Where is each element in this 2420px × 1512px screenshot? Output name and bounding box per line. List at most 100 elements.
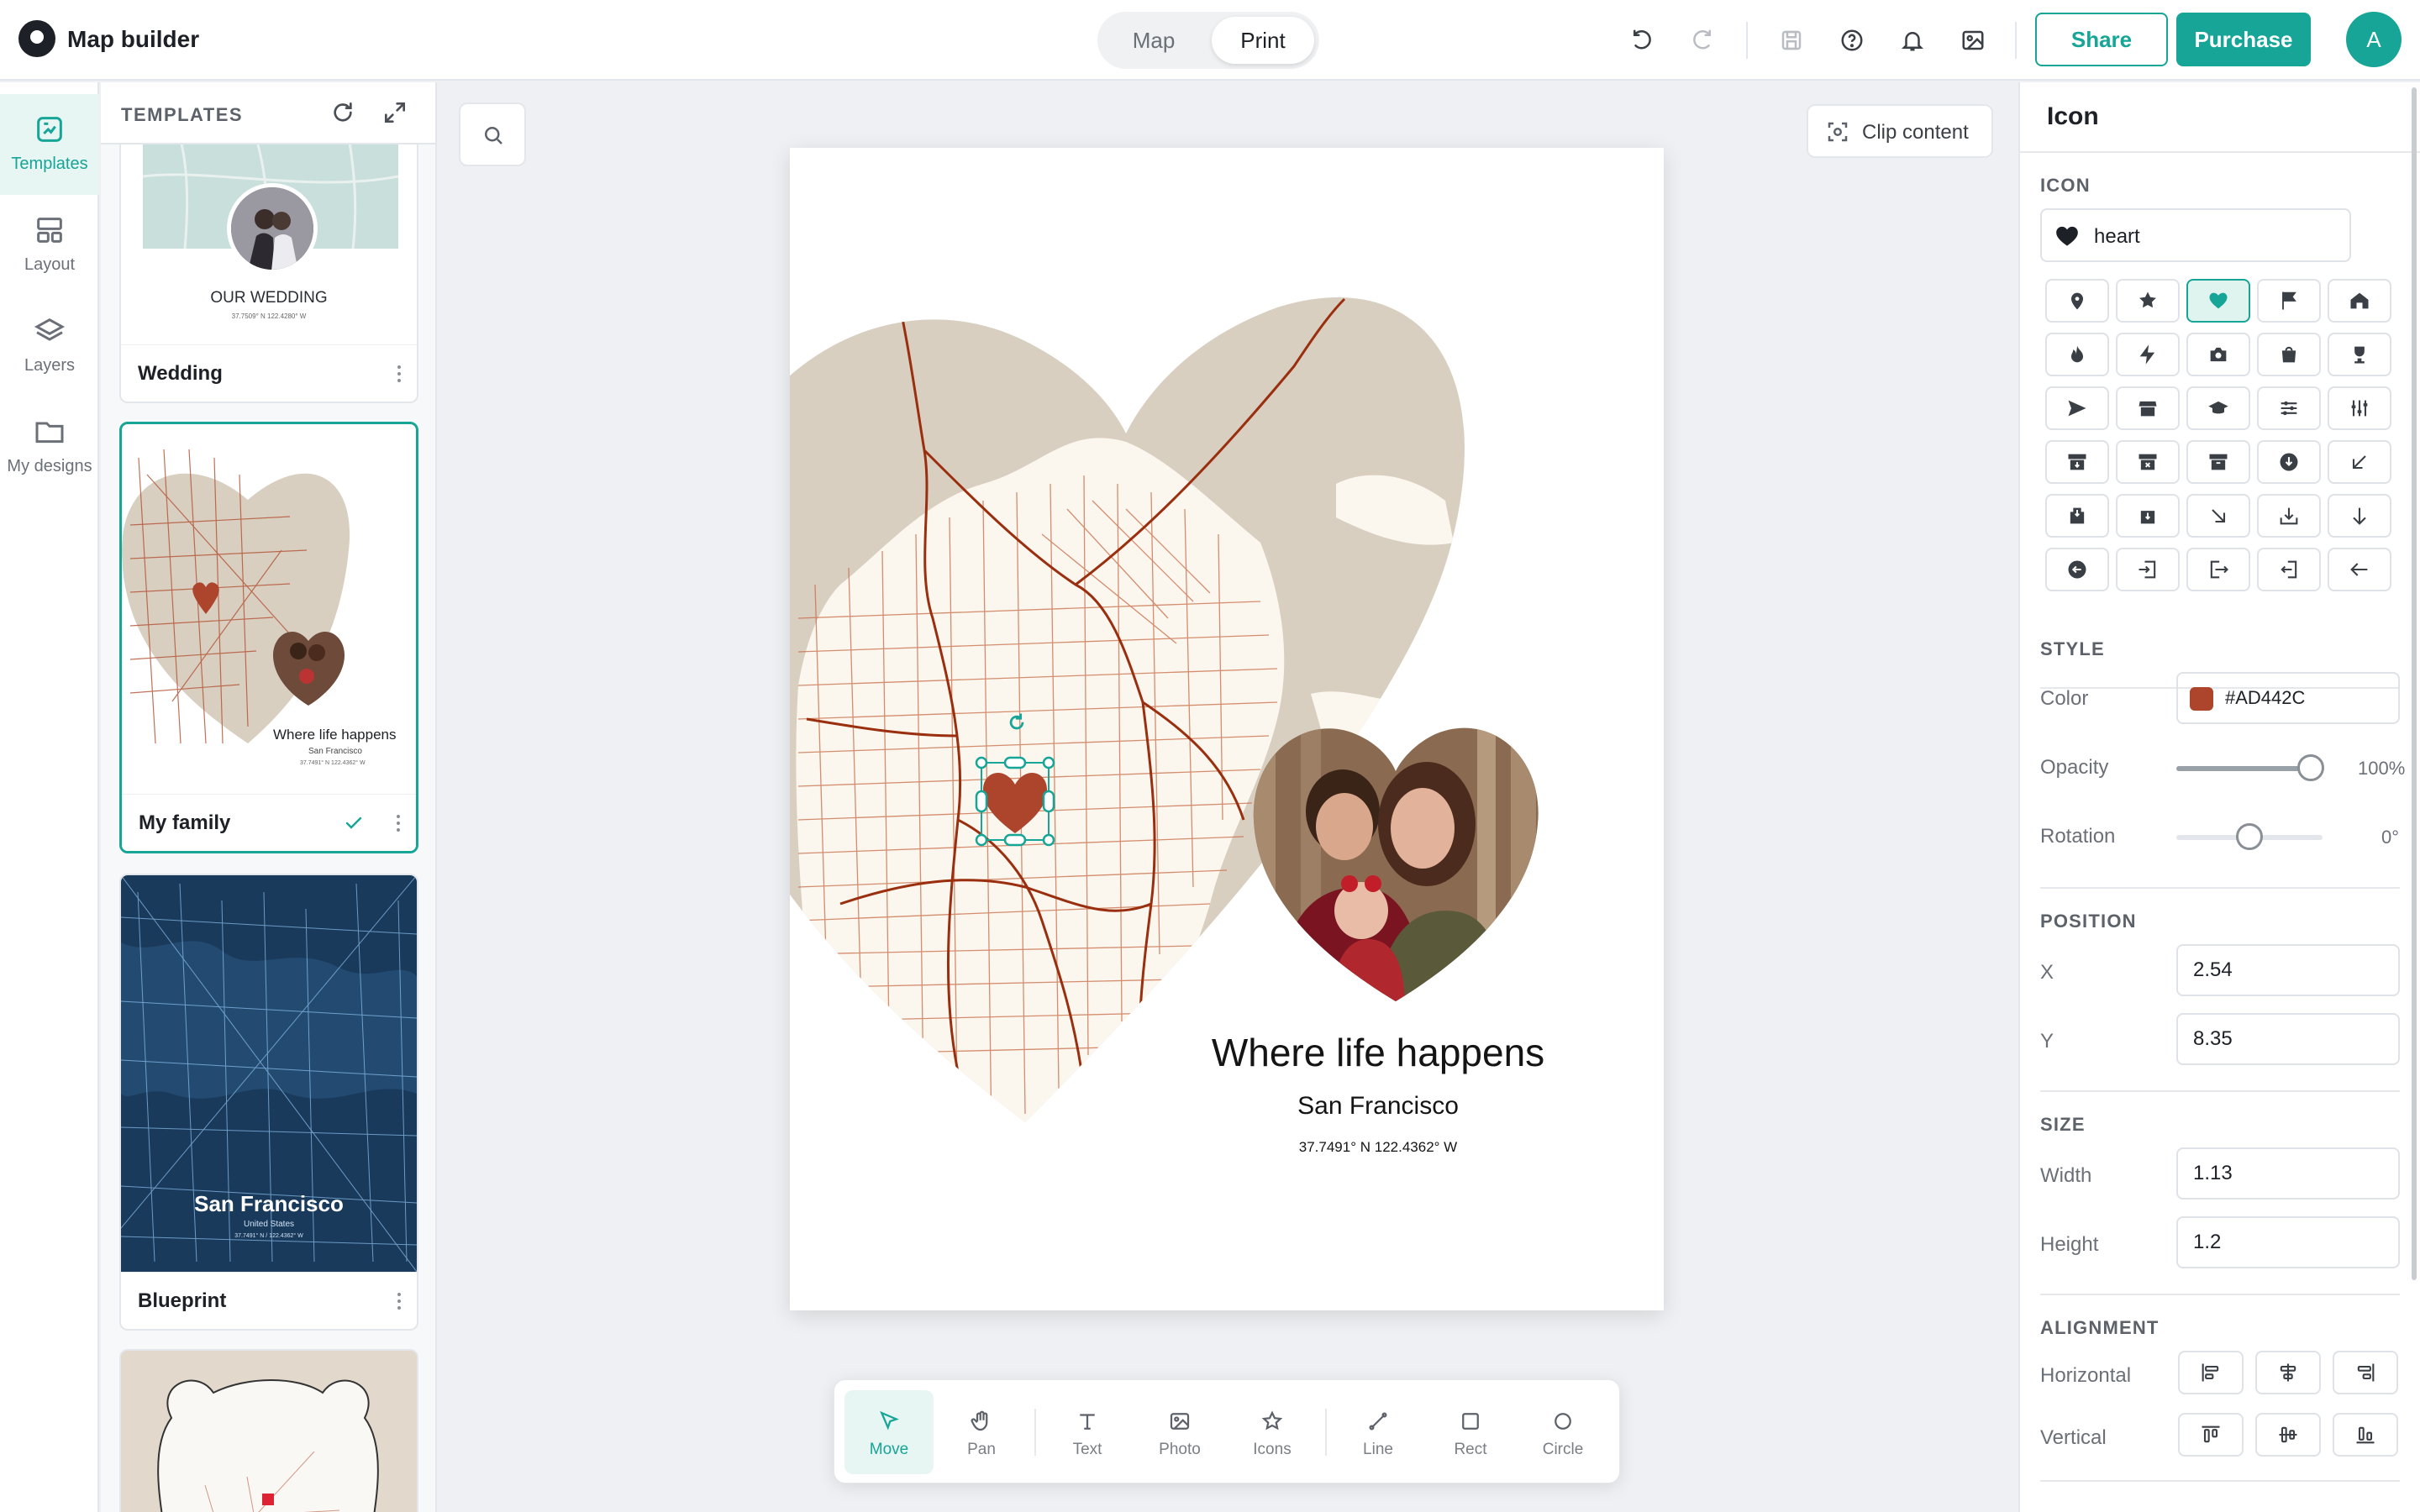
templates-heading: TEMPLATES [121,104,244,125]
opacity-label: Opacity [2040,756,2109,779]
more-options-icon[interactable] [397,365,402,382]
icon-option-arrow-left-circle[interactable] [2045,548,2109,591]
align-top-button[interactable] [2178,1413,2244,1457]
properties-panel: Icon ICON heart STYLE Color #AD442C Opac… [2018,82,2420,1512]
icon-option-arrow-left[interactable] [2328,548,2391,591]
color-field[interactable]: #AD442C [2176,672,2400,724]
share-button[interactable]: Share [2035,13,2168,66]
tool-label: Photo [1159,1441,1201,1458]
redo-icon[interactable] [1686,24,1719,57]
icon-option-archive[interactable] [2186,440,2250,484]
poster-page[interactable]: Where life happens San Francisco 37.7491… [790,148,1664,1310]
poster-title[interactable]: Where life happens [1185,1030,1571,1075]
rail-item-my-designs[interactable]: My designs [0,396,99,497]
align-right-button[interactable] [2333,1351,2398,1394]
icon-option-bag-pointer[interactable] [2116,494,2180,538]
clip-content-button[interactable]: Clip content [1807,104,1993,158]
icon-option-sliders[interactable] [2257,386,2321,430]
tool-icons[interactable]: Icons [1228,1390,1317,1474]
opacity-slider-knob[interactable] [2297,754,2324,781]
rotation-slider-knob[interactable] [2236,823,2263,850]
undo-icon[interactable] [1625,24,1659,57]
poster-subtitle[interactable]: San Francisco [1185,1092,1571,1121]
icon-option-archive-x[interactable] [2116,440,2180,484]
icon-option-bag[interactable] [2257,333,2321,376]
rail-item-layout[interactable]: Layout [0,195,99,296]
align-bottom-button[interactable] [2333,1413,2398,1457]
icon-option-bolt[interactable] [2116,333,2180,376]
icon-option-arrow-down-right[interactable] [2186,494,2250,538]
tool-rect[interactable]: Rect [1426,1390,1515,1474]
search-button[interactable] [459,102,526,166]
tool-circle[interactable]: Circle [1518,1390,1607,1474]
more-options-icon[interactable] [397,1293,402,1310]
align-left-button[interactable] [2178,1351,2244,1394]
icon-option-home[interactable] [2328,279,2391,323]
icon-option-fire[interactable] [2045,333,2109,376]
flag-icon [2282,291,2296,310]
save-icon[interactable] [1775,24,1808,57]
icon-option-tray-download[interactable] [2257,494,2321,538]
tool-pan[interactable]: Pan [937,1390,1026,1474]
app-logo-icon [18,20,55,57]
tool-line[interactable]: Line [1334,1390,1423,1474]
icon-option-heart[interactable] [2186,279,2250,323]
archive-icon [2209,454,2228,470]
tool-text[interactable]: Text [1043,1390,1132,1474]
help-icon[interactable] [1835,24,1869,57]
x-input[interactable]: 2.54 [2176,944,2400,996]
icon-option-arrow-down-left[interactable] [2328,440,2391,484]
arrow-down-left-icon [2352,455,2366,470]
family-photo[interactable] [1250,719,1541,1001]
icon-option-store[interactable] [2116,386,2180,430]
purchase-button[interactable]: Purchase [2176,13,2311,66]
template-card-bear[interactable] [119,1349,418,1512]
properties-scrollbar[interactable] [2412,87,2417,1280]
tool-move[interactable]: Move [844,1390,934,1474]
template-card-blueprint[interactable]: San Francisco United States 37.7491° N /… [119,874,418,1331]
icon-option-star[interactable] [2116,279,2180,323]
tool-label: Pan [967,1441,996,1458]
refresh-icon[interactable] [329,99,356,126]
icon-option-hand-pointer[interactable] [2045,494,2109,538]
opacity-slider[interactable] [2176,754,2324,781]
template-card-my-family[interactable]: Where life happens San Francisco 37.7491… [119,422,418,853]
icon-option-arrow-down[interactable] [2328,494,2391,538]
icon-option-archive-down[interactable] [2045,440,2109,484]
card-footer: My family [122,794,416,851]
icon-option-flag[interactable] [2257,279,2321,323]
icon-option-equalizer[interactable] [2328,386,2391,430]
rail-item-layers[interactable]: Layers [0,296,99,396]
notifications-icon[interactable] [1896,24,1929,57]
icon-option-send[interactable] [2045,386,2109,430]
icon-option-pin[interactable] [2045,279,2109,323]
mode-map-button[interactable]: Map [1102,17,1205,64]
y-input[interactable]: 8.35 [2176,1013,2400,1065]
align-middle-icon [2279,1426,2297,1443]
align-middle-button[interactable] [2255,1413,2321,1457]
user-avatar[interactable]: A [2346,12,2402,67]
expand-icon[interactable] [381,99,408,126]
rotation-slider[interactable] [2176,823,2323,850]
more-options-icon[interactable] [396,815,401,832]
tool-photo[interactable]: Photo [1135,1390,1224,1474]
icon-option-trophy[interactable] [2328,333,2391,376]
divider [2040,1090,2400,1092]
icon-option-camera[interactable] [2186,333,2250,376]
mode-print-button[interactable]: Print [1212,17,1314,64]
photo-icon [1167,1409,1192,1434]
poster-coordinates[interactable]: 37.7491° N 122.4362° W [1185,1139,1571,1156]
icon-option-door-left[interactable] [2257,548,2321,591]
icon-select[interactable]: heart [2040,208,2351,262]
align-center-h-button[interactable] [2255,1351,2321,1394]
icon-option-download-circle[interactable] [2257,440,2321,484]
selected-heart-marker[interactable] [973,756,1057,848]
icon-option-door-in[interactable] [2116,548,2180,591]
width-input[interactable]: 1.13 [2176,1147,2400,1200]
icon-option-door-out[interactable] [2186,548,2250,591]
rotate-handle-icon[interactable] [1005,711,1028,736]
rail-item-templates[interactable]: Templates [0,94,99,195]
height-input[interactable]: 1.2 [2176,1216,2400,1268]
image-export-icon[interactable] [1956,24,1990,57]
icon-option-graduation[interactable] [2186,386,2250,430]
